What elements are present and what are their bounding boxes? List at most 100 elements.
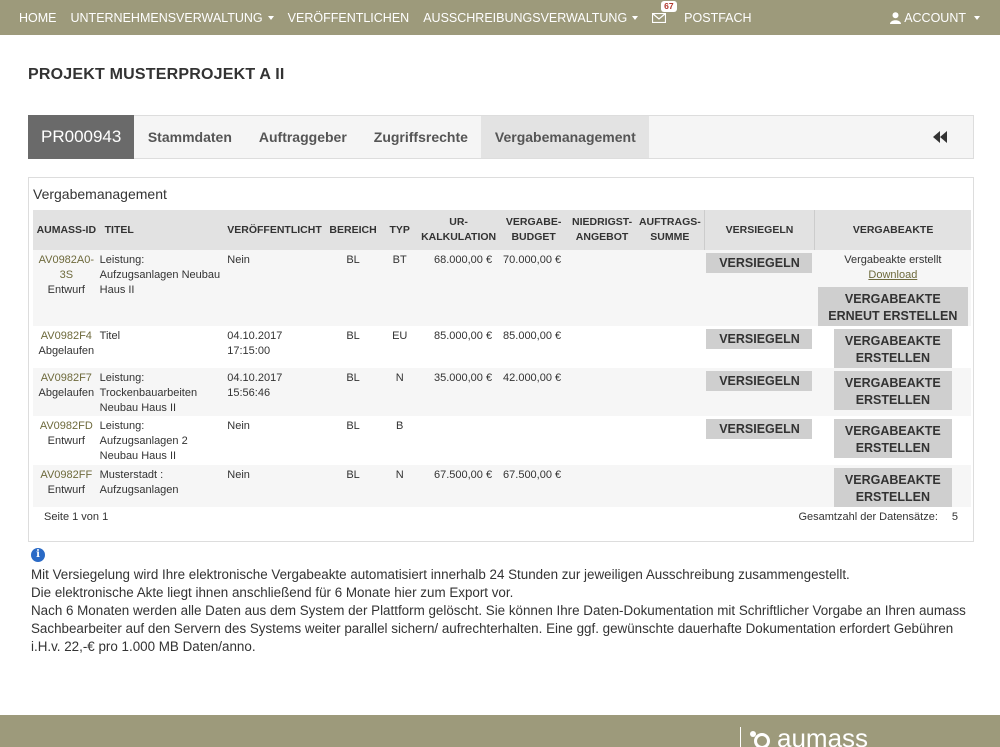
nav-home[interactable]: HOME xyxy=(0,0,64,35)
nav-ausschreibungsverwaltung[interactable]: AUSSCHREIBUNGSVERWALTUNG xyxy=(416,0,645,35)
cell-ur-kalkulation xyxy=(418,416,499,465)
btn-line: VERGABEAKTE xyxy=(844,375,941,390)
nav-unternehmen-label: UNTERNEHMENSVERWALTUNG xyxy=(70,10,263,25)
versiegeln-button[interactable]: VERSIEGELN xyxy=(706,253,813,273)
col-niedrigst-angebot[interactable]: NIEDRIGST- ANGEBOT xyxy=(568,210,636,250)
download-link[interactable]: Download xyxy=(815,268,971,283)
page-indicator: Seite 1 von 1 xyxy=(44,511,109,523)
cell-ur-kalkulation: 35.000,00 € xyxy=(418,368,500,416)
row-id-link[interactable]: AV0982A0-3S xyxy=(33,253,100,283)
info-text: Mit Versiegelung wird Ihre elektronische… xyxy=(31,566,981,656)
tab-auftraggeber[interactable]: Auftraggeber xyxy=(245,116,360,158)
tab-zugriffsrechte[interactable]: Zugriffsrechte xyxy=(360,116,481,158)
double-chevron-left-icon xyxy=(933,131,947,143)
col-niedrigst-line1: NIEDRIGST- xyxy=(572,216,633,228)
versiegeln-button[interactable]: VERSIEGELN xyxy=(706,419,813,439)
record-count-label: Gesamtzahl der Datensätze: xyxy=(798,511,938,523)
cell-id: AV0982F7 Abgelaufen xyxy=(33,368,100,416)
vergabeakte-erstellen-button[interactable]: VERGABEAKTE ERSTELLEN xyxy=(833,371,952,410)
info-line: Nach 6 Monaten werden alle Daten aus dem… xyxy=(31,603,966,654)
col-veroeffentlicht[interactable]: VERÖFFENTLICHT xyxy=(224,210,325,250)
col-vergabe-budget[interactable]: VERGABE- BUDGET xyxy=(499,210,569,250)
row-id-link[interactable]: AV0982FD xyxy=(33,419,100,434)
titel-line: Leistung: xyxy=(99,420,145,432)
table-row: AV0982FD Entwurf Leistung: Aufzugsanlagen … xyxy=(33,416,971,465)
titel-line: Haus II xyxy=(99,284,135,296)
col-auftrags-summe[interactable]: AUFTRAGS- SUMME xyxy=(635,210,705,250)
cell-titel: Titel xyxy=(99,330,121,342)
col-ur-kalkulation[interactable]: UR- KALKULATION xyxy=(418,210,500,250)
cell-vergabe-budget: 85.000,00 € xyxy=(503,330,562,342)
versiegeln-button[interactable]: VERSIEGELN xyxy=(706,371,813,391)
user-icon xyxy=(890,11,902,24)
nav-unternehmensverwaltung[interactable]: UNTERNEHMENSVERWALTUNG xyxy=(64,0,281,35)
mail-icon: 67 xyxy=(652,0,677,25)
cell-typ: BT xyxy=(381,250,419,326)
vergabeakte-erstellen-button[interactable]: VERGABEAKTE ERSTELLEN xyxy=(833,468,952,507)
col-ur-line1: UR- xyxy=(449,216,468,228)
col-aumass-id[interactable]: AUMASS-ID xyxy=(33,210,100,250)
cell-vergabeakte: VERGABEAKTE ERSTELLEN xyxy=(815,416,971,465)
col-budget-line2: BUDGET xyxy=(511,231,556,243)
row-status: Entwurf xyxy=(47,484,85,496)
info-line: Die elektronische Akte liegt ihnen ansch… xyxy=(31,585,514,600)
col-typ[interactable]: TYP xyxy=(381,210,419,250)
date-line: 04.10.2017 xyxy=(227,372,283,384)
date-line: 04.10.2017 xyxy=(227,330,283,342)
nav-account[interactable]: ACCOUNT xyxy=(883,0,1000,35)
nav-veroeffentlichen-label: VERÖFFENTLICHEN xyxy=(287,10,410,25)
mail-count-badge: 67 xyxy=(661,0,677,12)
cell-niedrigst xyxy=(568,465,636,507)
cell-versiegeln xyxy=(704,465,815,507)
cell-vergabe-budget: 70.000,00 € xyxy=(499,250,569,326)
collapse-back-button[interactable] xyxy=(933,116,973,158)
cell-bereich: BL xyxy=(324,250,382,326)
record-count: Gesamtzahl der Datensätze: 5 xyxy=(798,511,958,523)
project-tabbar: PR000943 Stammdaten Auftraggeber Zugriff… xyxy=(28,115,974,159)
tab-vergabemanagement[interactable]: Vergabemanagement xyxy=(481,116,650,158)
cell-bereich: BL xyxy=(324,368,382,416)
caret-down-icon xyxy=(974,15,980,20)
logo-mark-icon xyxy=(750,730,770,747)
logo-divider xyxy=(740,726,741,747)
cell-typ: B xyxy=(396,420,404,432)
nav-veroeffentlichen[interactable]: VERÖFFENTLICHEN xyxy=(281,0,417,35)
cell-veroeffentlicht: 04.10.2017 15:56:46 xyxy=(224,368,325,416)
vergabe-table: AUMASS-ID TITEL VERÖFFENTLICHT BEREICH T… xyxy=(33,210,971,507)
vergabeakte-erneut-erstellen-button[interactable]: VERGABEAKTE ERNEUT ERSTELLEN xyxy=(817,287,968,326)
row-id-link[interactable]: AV0982F7 xyxy=(33,371,100,386)
col-versiegeln: VERSIEGELN xyxy=(703,210,815,250)
cell-id: AV0982FD Entwurf xyxy=(33,416,100,465)
btn-line: ERSTELLEN xyxy=(855,489,930,504)
cell-vergabe-budget: 67.500,00 € xyxy=(499,465,569,507)
cell-vergabe-budget xyxy=(499,416,568,465)
titel-line: Trockenbauarbeiten xyxy=(99,387,198,399)
page-title: PROJEKT MUSTERPROJEKT A II xyxy=(28,66,285,83)
nav-home-label: HOME xyxy=(19,10,57,25)
vergabeakte-erstellen-button[interactable]: VERGABEAKTE ERSTELLEN xyxy=(833,419,952,458)
cell-versiegeln: VERSIEGELN xyxy=(704,368,815,416)
nav-postfach[interactable]: 67 POSTFACH xyxy=(645,0,758,35)
btn-line: VERGABEAKTE xyxy=(844,423,941,438)
cell-typ: EU xyxy=(392,330,408,342)
col-bereich[interactable]: BEREICH xyxy=(324,210,382,250)
titel-line: Leistung: xyxy=(99,254,145,266)
cell-id: AV0982FF Entwurf xyxy=(33,465,100,507)
row-id-link[interactable]: AV0982FF xyxy=(33,468,100,483)
btn-line: ERSTELLEN xyxy=(855,440,930,455)
tab-stammdaten[interactable]: Stammdaten xyxy=(134,116,245,158)
project-id-badge: PR000943 xyxy=(28,115,135,159)
col-budget-line1: VERGABE- xyxy=(505,216,562,228)
cell-auftragssumme xyxy=(636,416,704,465)
vergabeakte-erstellen-button[interactable]: VERGABEAKTE ERSTELLEN xyxy=(833,329,952,368)
cell-typ: N xyxy=(381,368,419,416)
table-row: AV0982A0-3S Entwurf Leistung: Aufzugsanlag… xyxy=(33,250,971,326)
col-titel[interactable]: TITEL xyxy=(99,210,225,250)
cell-titel: Leistung: Aufzugsanlagen Neubau Haus II xyxy=(99,250,225,326)
versiegeln-button[interactable]: VERSIEGELN xyxy=(706,329,813,349)
caret-down-icon xyxy=(632,15,639,20)
row-id-link[interactable]: AV0982F4 xyxy=(33,329,100,344)
titel-line: Leistung: xyxy=(99,372,145,384)
table-row: AV0982F4 Abgelaufen Titel 04.10.2017 17:15… xyxy=(33,326,971,368)
cell-versiegeln: VERSIEGELN xyxy=(704,326,814,368)
